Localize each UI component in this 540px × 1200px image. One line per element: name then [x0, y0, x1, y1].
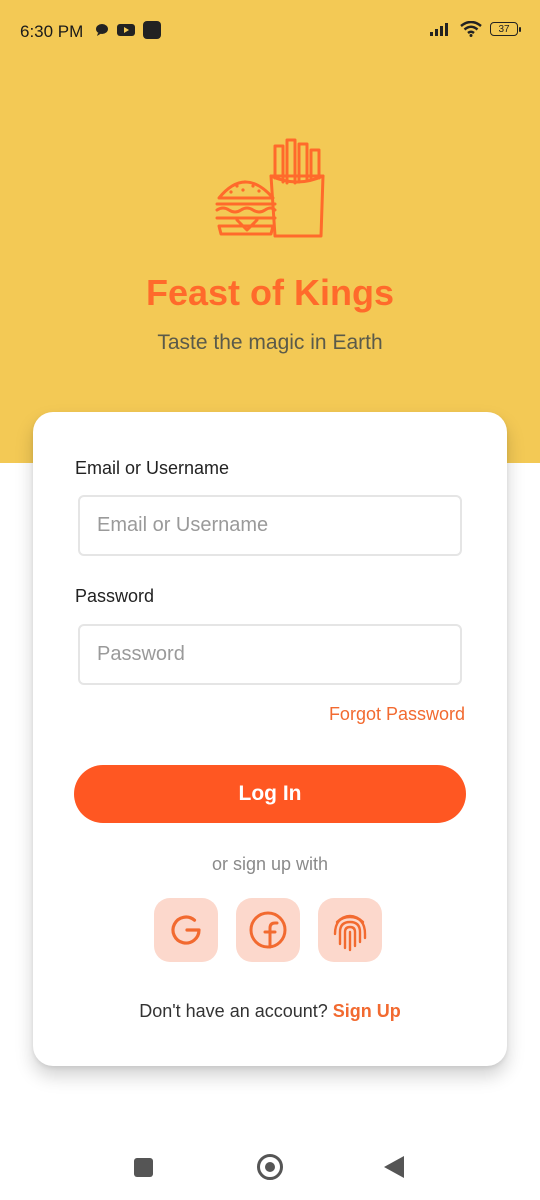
login-button[interactable]: Log In: [74, 765, 466, 823]
battery-level: 37: [498, 24, 510, 35]
facebook-icon: [249, 911, 287, 949]
status-bar: 6:30 PM 37: [0, 0, 540, 64]
email-label: Email or Username: [75, 458, 230, 478]
brand-subtitle: Taste the magic in Earth: [157, 331, 383, 354]
login-card: Email or Username Password Forgot Passwo…: [33, 412, 507, 1066]
app-square-icon: [143, 21, 161, 39]
signal-icon: [430, 23, 448, 36]
wifi-icon: [460, 21, 482, 37]
fingerprint-login-button[interactable]: [318, 898, 382, 962]
status-time: 6:30 PM: [20, 22, 84, 41]
social-login-row: [154, 898, 382, 962]
social-divider-text: or sign up with: [211, 854, 329, 874]
signup-prompt: Don't have an account?: [139, 1001, 333, 1021]
google-icon: [171, 915, 201, 945]
status-right-icons: 37: [430, 21, 521, 37]
battery-icon: 37: [490, 22, 521, 36]
signup-row: Don't have an account? Sign Up: [33, 1001, 507, 1022]
system-nav-bar: [0, 1136, 540, 1200]
facebook-login-button[interactable]: [236, 898, 300, 962]
status-left-icons: [95, 21, 161, 39]
email-field[interactable]: [78, 495, 462, 556]
burger-fries-icon: [215, 138, 325, 238]
home-circle-icon[interactable]: [257, 1154, 283, 1180]
forgot-password-link[interactable]: Forgot Password: [329, 704, 465, 725]
recents-square-icon[interactable]: [134, 1158, 153, 1177]
google-login-button[interactable]: [154, 898, 218, 962]
password-label: Password: [75, 586, 155, 606]
fingerprint-icon: [333, 914, 367, 952]
back-triangle-icon[interactable]: [384, 1156, 404, 1178]
youtube-icon: [117, 24, 135, 36]
brand-title: Feast of Kings: [145, 272, 395, 313]
signup-link[interactable]: Sign Up: [333, 1001, 401, 1021]
chat-bubble-icon: [96, 24, 108, 36]
password-field[interactable]: [78, 624, 462, 685]
